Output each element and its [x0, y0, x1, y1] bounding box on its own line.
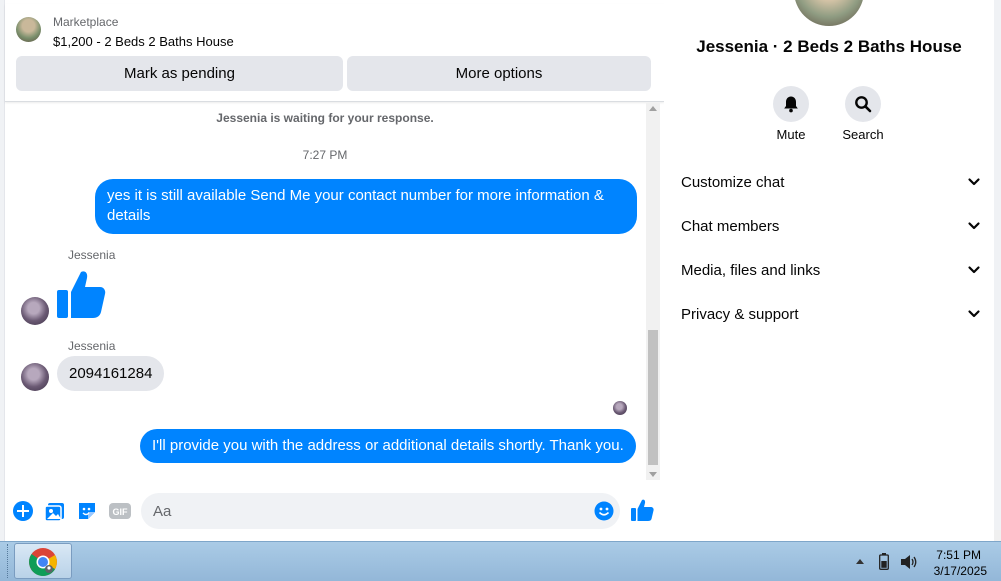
seen-indicator-avatar: [613, 401, 627, 415]
message-timestamp: 7:27 PM: [302, 148, 348, 162]
chevron-down-icon: [968, 178, 980, 186]
photo-icon[interactable]: [44, 500, 66, 522]
message-input-placeholder: Aa: [153, 502, 172, 520]
conversation-name: Jessenia · 2 Beds 2 Baths House: [696, 37, 962, 56]
waiting-status-note: Jessenia is waiting for your response.: [216, 111, 434, 125]
clock-date[interactable]: 3/17/2025: [934, 564, 987, 578]
search-label: Search: [842, 127, 884, 142]
marketplace-header: Marketplace $1,200 - 2 Beds 2 Baths Hous…: [5, 4, 664, 102]
plus-icon[interactable]: [12, 500, 34, 522]
message-input[interactable]: Aa: [141, 493, 620, 529]
chevron-down-icon: [968, 266, 980, 274]
menu-row-label: Customize chat: [681, 173, 785, 191]
sender-name: Jessenia: [68, 339, 116, 353]
message-composer: GIF Aa: [5, 490, 664, 532]
show-hidden-icons-icon[interactable]: [856, 559, 864, 564]
scroll-down-arrow-icon[interactable]: [649, 472, 657, 477]
emoji-icon[interactable]: [594, 501, 614, 521]
system-tray: 7:51 PM 3/17/2025: [850, 542, 1001, 581]
avatar[interactable]: [21, 363, 49, 391]
outgoing-message[interactable]: yes it is still available Send Me your c…: [95, 179, 637, 234]
chat-scrollbar[interactable]: [646, 103, 660, 480]
taskbar-grip: [7, 544, 12, 578]
media-files-links-row[interactable]: Media, files and links: [681, 250, 981, 290]
chevron-down-icon: [968, 310, 980, 318]
incoming-message[interactable]: 2094161284: [57, 356, 165, 391]
battery-icon[interactable]: [879, 553, 889, 570]
chevron-down-icon: [968, 222, 980, 230]
chat-members-row[interactable]: Chat members: [681, 206, 981, 246]
menu-row-label: Media, files and links: [681, 261, 821, 279]
gif-icon[interactable]: GIF: [108, 500, 132, 522]
menu-row-label: Chat members: [681, 217, 780, 235]
volume-icon[interactable]: [900, 554, 918, 570]
scroll-thumb[interactable]: [648, 330, 658, 465]
search-action[interactable]: Search: [838, 86, 888, 142]
page-scroll-thumb[interactable]: [994, 0, 1001, 530]
outgoing-message[interactable]: I'll provide you with the address or add…: [140, 429, 636, 463]
mute-label: Mute: [776, 127, 806, 142]
bell-icon[interactable]: [773, 86, 809, 122]
privacy-support-row[interactable]: Privacy & support: [681, 294, 981, 334]
taskbar: 7:51 PM 3/17/2025: [0, 541, 1001, 581]
search-icon[interactable]: [845, 86, 881, 122]
scroll-up-arrow-icon[interactable]: [649, 106, 657, 111]
page-scrollbar[interactable]: [994, 0, 1001, 541]
conversation-info-panel: Jessenia · 2 Beds 2 Baths House Mute Sea…: [664, 0, 994, 541]
listing-title[interactable]: $1,200 - 2 Beds 2 Baths House: [53, 34, 234, 49]
listing-thumbnail[interactable]: [16, 17, 41, 42]
like-icon[interactable]: [630, 498, 654, 522]
mark-as-pending-button[interactable]: Mark as pending: [16, 56, 343, 91]
clock-time[interactable]: 7:51 PM: [936, 548, 981, 562]
like-thumb-icon[interactable]: [55, 268, 107, 320]
more-options-button[interactable]: More options: [347, 56, 651, 91]
sender-name: Jessenia: [68, 248, 116, 262]
mute-action[interactable]: Mute: [766, 86, 816, 142]
gif-icon-label: GIF: [113, 507, 129, 517]
sticker-icon[interactable]: [76, 500, 98, 522]
chrome-icon: [29, 548, 57, 576]
menu-row-label: Privacy & support: [681, 305, 799, 323]
avatar[interactable]: [21, 297, 49, 325]
customize-chat-row[interactable]: Customize chat: [681, 162, 981, 202]
marketplace-label: Marketplace: [53, 15, 119, 29]
chrome-taskbar-button[interactable]: [14, 543, 72, 579]
profile-picture[interactable]: [794, 0, 864, 26]
chat-pane: Marketplace $1,200 - 2 Beds 2 Baths Hous…: [4, 0, 665, 541]
messenger-window: Marketplace $1,200 - 2 Beds 2 Baths Hous…: [0, 0, 1001, 541]
